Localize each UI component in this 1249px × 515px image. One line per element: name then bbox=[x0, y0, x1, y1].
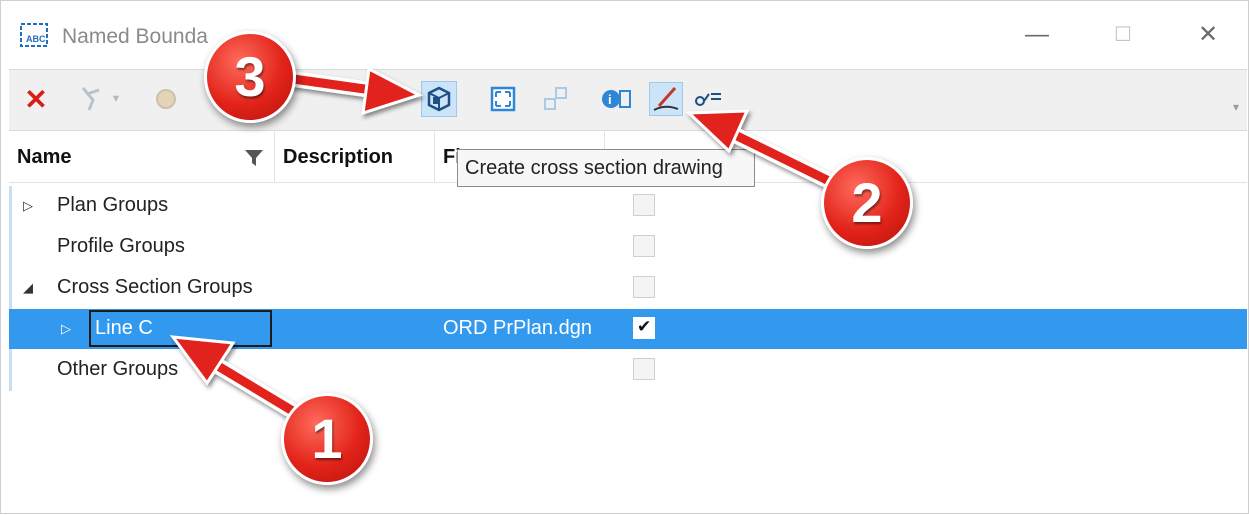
arrow-2 bbox=[685, 109, 837, 189]
annotation-arrows bbox=[169, 66, 837, 424]
callout-3: 3 bbox=[204, 31, 296, 123]
arrow-3 bbox=[278, 66, 423, 116]
callout-1: 1 bbox=[281, 393, 373, 485]
named-boundary-window: ABC Named Bounda — ☐ ✕ ✕ ▼ i ▾ Name Desc… bbox=[0, 0, 1249, 514]
arrow-1 bbox=[169, 335, 309, 424]
callout-2: 2 bbox=[821, 157, 913, 249]
